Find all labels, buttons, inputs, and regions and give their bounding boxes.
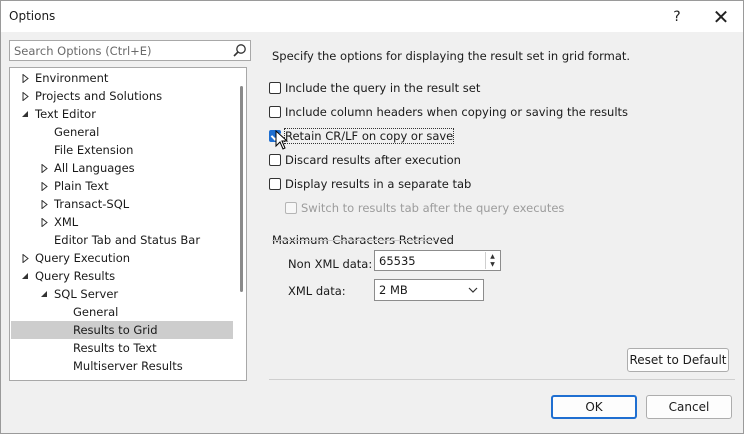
tree-item[interactable]: XML	[11, 213, 233, 231]
tree-item[interactable]: Query Execution	[11, 249, 233, 267]
chevron-down-icon	[468, 287, 478, 293]
cancel-button[interactable]: Cancel	[646, 395, 732, 419]
tree-item[interactable]: General	[11, 303, 233, 321]
option-checkbox-row[interactable]: Discard results after execution	[269, 151, 461, 169]
help-icon: ?	[673, 8, 681, 25]
tree-item[interactable]: Plain Text	[11, 177, 233, 195]
tree-scrollbar[interactable]	[240, 86, 243, 292]
chevron-right-icon[interactable]	[19, 70, 31, 86]
tree-item-label: Query Execution	[35, 251, 131, 265]
tree-item-label: Environment	[35, 71, 109, 85]
option-checkbox-row[interactable]: Include column headers when copying or s…	[269, 103, 628, 121]
checkbox-label[interactable]: Discard results after execution	[285, 153, 461, 167]
tree-item[interactable]: Multiserver Results	[11, 357, 233, 375]
group-divider	[272, 240, 437, 241]
tree-item[interactable]: File Extension	[11, 141, 233, 159]
tree-item[interactable]: SQL Server	[11, 285, 233, 303]
window-title: Options	[9, 9, 56, 23]
checkbox-label[interactable]: Retain CR/LF on copy or save	[283, 128, 455, 144]
tree-item-label: Editor Tab and Status Bar	[54, 233, 201, 247]
tree-item[interactable]: Results to Text	[11, 339, 233, 357]
checkbox-label[interactable]: Display results in a separate tab	[285, 177, 471, 191]
chevron-expanded-icon[interactable]	[38, 286, 50, 302]
tree-item-label: Results to Text	[73, 341, 157, 355]
tree-item-label: Plain Text	[54, 179, 109, 193]
options-tree: Environment Projects and Solutions Text Ed…	[9, 67, 247, 381]
tree-item[interactable]: Text Editor	[11, 105, 233, 123]
reset-to-default-button[interactable]: Reset to Default	[627, 348, 729, 372]
close-button[interactable]: ✕	[703, 1, 739, 32]
chevron-expanded-icon[interactable]	[19, 106, 31, 122]
checkbox-label: Switch to results tab after the query ex…	[301, 201, 565, 215]
tree-item-label: File Extension	[54, 143, 134, 157]
non-xml-data-stepper[interactable]: 65535 ▲ ▼	[374, 250, 501, 271]
checkbox-label[interactable]: Include column headers when copying or s…	[285, 105, 628, 119]
tree-item-label: Results to Grid	[73, 323, 158, 337]
footer-divider	[269, 379, 735, 380]
search-icon[interactable]	[232, 43, 247, 58]
chevron-right-icon[interactable]	[38, 160, 50, 176]
tree-item[interactable]: Environment	[11, 69, 233, 87]
option-checkbox-row[interactable]: Display results in a separate tab	[269, 175, 471, 193]
chevron-right-icon[interactable]	[38, 178, 50, 194]
tree-item-label: Transact-SQL	[54, 197, 130, 211]
close-icon: ✕	[712, 4, 730, 29]
option-checkbox-row[interactable]: Switch to results tab after the query ex…	[285, 199, 564, 217]
xml-data-label: XML data:	[288, 284, 346, 298]
tree-item-label: Multiserver Results	[73, 359, 183, 373]
tree-item[interactable]: Editor Tab and Status Bar	[11, 231, 233, 249]
option-checkbox-row[interactable]: Include the query in the result set	[269, 79, 480, 97]
tree-item-label: General	[54, 125, 100, 139]
non-xml-data-label: Non XML data:	[288, 257, 373, 271]
spin-up-icon[interactable]: ▲	[486, 252, 499, 261]
tree-item-label: General	[73, 305, 119, 319]
tree-item[interactable]: Results to Grid	[11, 321, 233, 339]
checkbox[interactable]	[269, 154, 281, 166]
tree-item[interactable]: General	[11, 123, 233, 141]
checkbox[interactable]	[269, 82, 281, 94]
page-description: Specify the options for displaying the r…	[272, 49, 631, 63]
option-checkbox-row[interactable]: Retain CR/LF on copy or save	[269, 127, 455, 145]
tree-item[interactable]: Transact-SQL	[11, 195, 233, 213]
chevron-right-icon[interactable]	[19, 250, 31, 266]
tree-item-label: Projects and Solutions	[35, 89, 163, 103]
tree-item-label: Text Editor	[35, 107, 96, 121]
tree-item-label: Query Results	[35, 269, 116, 283]
tree-item-label: All Languages	[54, 161, 135, 175]
chevron-right-icon[interactable]	[19, 88, 31, 104]
checkbox	[285, 202, 297, 214]
chevron-expanded-icon[interactable]	[19, 268, 31, 284]
checkbox-label[interactable]: Include the query in the result set	[285, 81, 480, 95]
tree-item-label: SQL Server	[54, 287, 119, 301]
checkbox[interactable]	[269, 178, 281, 190]
chevron-right-icon[interactable]	[38, 196, 50, 212]
ok-button[interactable]: OK	[551, 395, 637, 419]
search-input[interactable]	[10, 41, 222, 60]
search-box	[9, 40, 251, 61]
tree-item[interactable]: Query Results	[11, 267, 233, 285]
mouse-cursor-icon	[275, 130, 289, 150]
xml-data-select[interactable]: 2 MB	[374, 279, 484, 301]
title-bar: Options ? ✕	[1, 1, 743, 32]
options-dialog: Options ? ✕ Environment Projects and Solu…	[0, 0, 744, 434]
chevron-right-icon[interactable]	[38, 214, 50, 230]
help-button[interactable]: ?	[659, 1, 695, 32]
tree-item-label: XML	[54, 215, 79, 229]
non-xml-data-value[interactable]: 65535	[379, 254, 416, 268]
xml-data-value: 2 MB	[379, 283, 408, 297]
tree-item[interactable]: Projects and Solutions	[11, 87, 233, 105]
spin-down-icon[interactable]: ▼	[486, 261, 499, 270]
checkbox[interactable]	[269, 106, 281, 118]
tree-item[interactable]: All Languages	[11, 159, 233, 177]
